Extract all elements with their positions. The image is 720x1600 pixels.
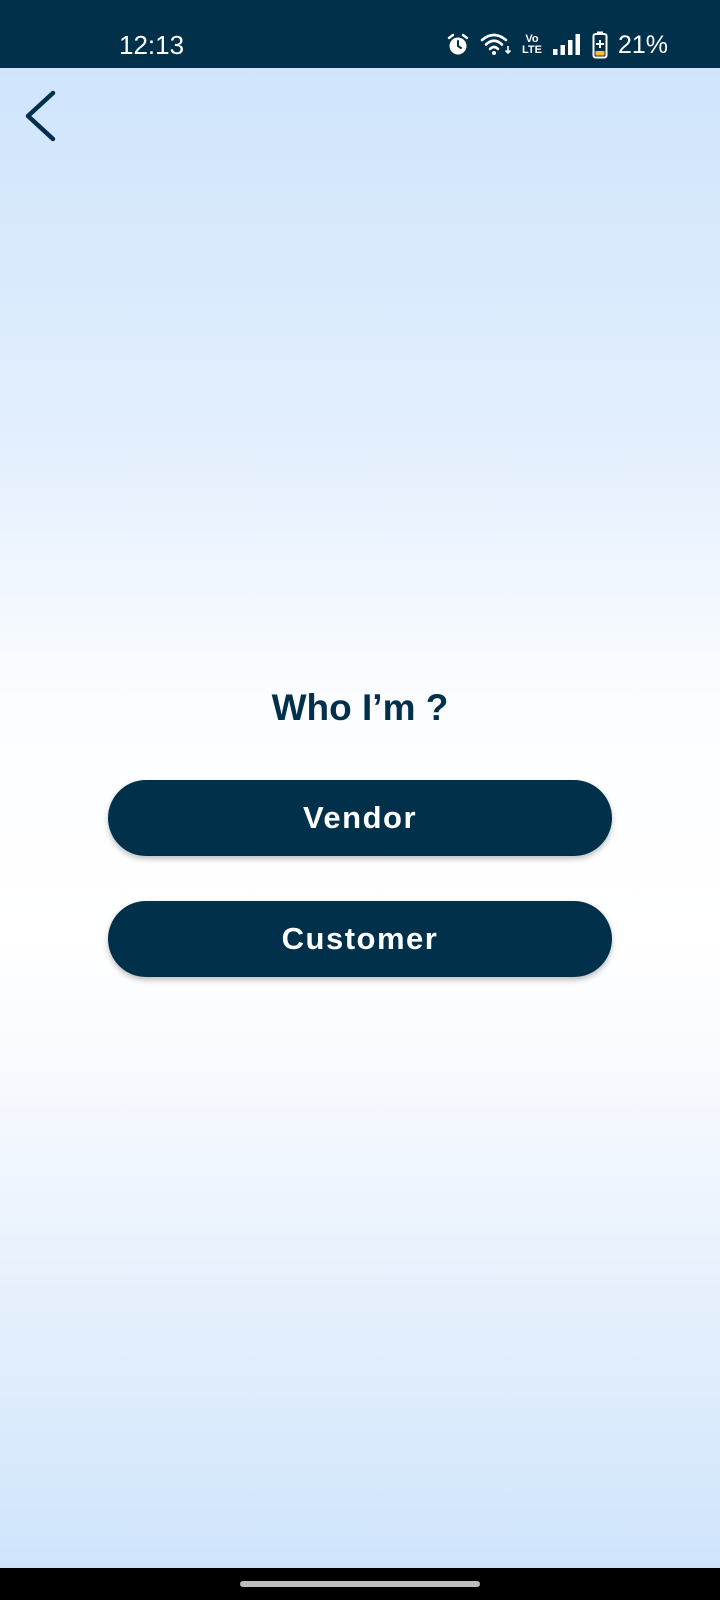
- chevron-left-icon: [25, 90, 56, 142]
- signal-icon: [552, 33, 582, 57]
- battery-percent: 21%: [617, 31, 668, 59]
- home-gesture-handle[interactable]: [240, 1581, 480, 1587]
- vendor-button[interactable]: Vendor: [108, 780, 612, 856]
- back-button[interactable]: [14, 88, 70, 144]
- status-bar: 12:13 Vo LTE 21%: [0, 0, 720, 68]
- customer-button[interactable]: Customer: [108, 901, 612, 977]
- alarm-icon: [446, 33, 470, 57]
- customer-button-label: Customer: [281, 921, 439, 956]
- navigation-bar: [0, 1568, 720, 1600]
- volte-icon: Vo LTE: [522, 34, 542, 56]
- vendor-button-label: Vendor: [302, 800, 418, 835]
- volte-label-bottom: LTE: [521, 44, 542, 56]
- page-title: Who I’m ?: [271, 687, 449, 728]
- wifi-icon: [480, 32, 512, 58]
- status-icons: Vo LTE 21%: [446, 30, 668, 60]
- battery-icon: [592, 31, 608, 59]
- status-time: 12:13: [119, 30, 185, 60]
- role-selection-screen: Who I’m ? Vendor Customer: [0, 68, 720, 1568]
